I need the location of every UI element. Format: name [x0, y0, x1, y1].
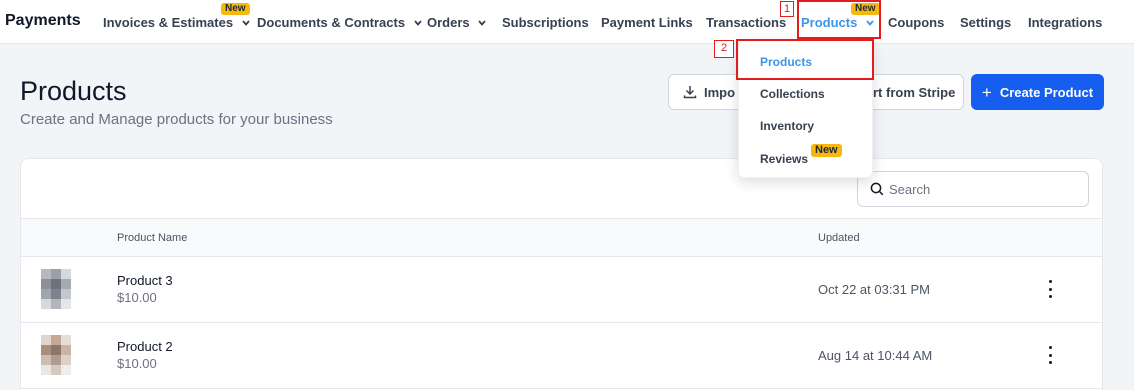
product-name[interactable]: Product 3 — [117, 273, 173, 288]
nav-payment-links[interactable]: Payment Links — [601, 15, 693, 30]
table-row[interactable]: Product 2 $10.00 Aug 14 at 10:44 AM — [21, 323, 1102, 389]
more-options-icon[interactable] — [1043, 280, 1057, 298]
nav-integrations[interactable]: Integrations — [1028, 15, 1102, 30]
search-box[interactable] — [857, 171, 1089, 207]
annotation-label-1: 1 — [780, 1, 794, 17]
nav-coupons[interactable]: Coupons — [888, 15, 944, 30]
annotation-label-2: 2 — [714, 40, 734, 58]
nav-label: Orders — [427, 15, 470, 30]
plus-icon: + — [981, 82, 992, 102]
nav-subscriptions[interactable]: Subscriptions — [502, 15, 589, 30]
nav-label: Documents & Contracts — [257, 15, 406, 30]
page-title: Products — [20, 76, 127, 106]
dropdown-item-inventory[interactable]: Inventory — [760, 119, 814, 133]
create-product-label: Create Product — [999, 84, 1094, 100]
search-icon — [870, 182, 884, 196]
dropdown-item-reviews[interactable]: Reviews — [760, 152, 808, 166]
app-title: Payments — [5, 12, 81, 29]
nav-transactions[interactable]: Transactions — [706, 15, 786, 30]
nav-label: Invoices & Estimates — [103, 15, 234, 30]
table-header: Product Name Updated — [21, 218, 1102, 257]
page-subtitle: Create and Manage products for your busi… — [20, 111, 333, 128]
table-row[interactable]: Product 3 $10.00 Oct 22 at 03:31 PM — [21, 257, 1102, 323]
product-updated: Aug 14 at 10:44 AM — [818, 348, 933, 363]
product-updated: Oct 22 at 03:31 PM — [818, 282, 931, 297]
dropdown-item-collections[interactable]: Collections — [760, 87, 825, 101]
new-badge: New — [221, 3, 250, 15]
nav-settings[interactable]: Settings — [960, 15, 1011, 30]
chevron-down-icon — [242, 20, 250, 26]
products-table-card: Product Name Updated Product 3 $10.00 Oc… — [20, 158, 1103, 390]
chevron-down-icon — [414, 20, 422, 26]
product-thumbnail — [41, 335, 71, 375]
chevron-down-icon — [478, 20, 486, 26]
import-stripe-label: rt from Stripe — [873, 84, 956, 100]
product-price: $10.00 — [117, 356, 157, 371]
download-icon — [683, 86, 697, 99]
nav-documents-contracts[interactable]: Documents & Contracts — [257, 15, 422, 30]
nav-invoices-estimates[interactable]: Invoices & Estimates — [103, 15, 250, 30]
create-product-button[interactable]: + Create Product — [971, 74, 1104, 110]
nav-orders[interactable]: Orders — [427, 15, 486, 30]
annotation-box-1 — [797, 0, 881, 39]
top-navigation: Payments Invoices & Estimates New Docume… — [0, 0, 1134, 44]
new-badge: New — [811, 144, 842, 157]
column-header-updated[interactable]: Updated — [818, 232, 860, 244]
annotation-box-2 — [736, 39, 874, 80]
product-name[interactable]: Product 2 — [117, 339, 173, 354]
product-thumbnail — [41, 269, 71, 309]
import-label: Impo — [704, 84, 736, 100]
product-price: $10.00 — [117, 290, 157, 305]
search-input[interactable] — [889, 181, 1069, 197]
more-options-icon[interactable] — [1043, 346, 1057, 364]
column-header-product-name[interactable]: Product Name — [117, 232, 187, 244]
